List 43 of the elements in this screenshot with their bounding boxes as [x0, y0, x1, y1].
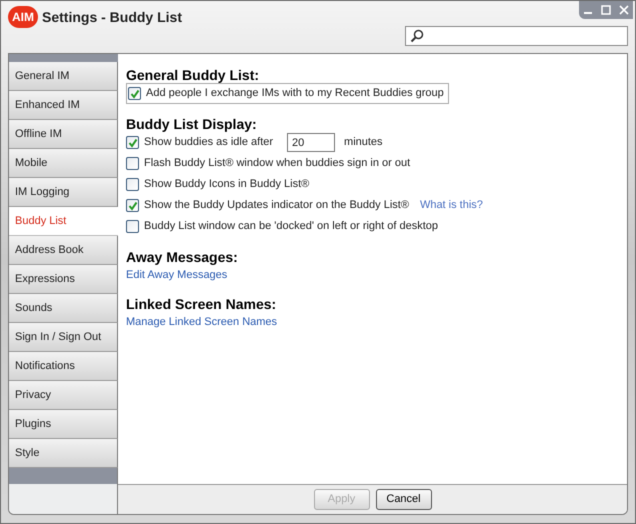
sidebar-tab[interactable]: Privacy [9, 381, 118, 410]
checkbox[interactable] [126, 157, 139, 170]
settings-link[interactable]: Edit Away Messages [126, 267, 228, 284]
checkbox[interactable] [126, 178, 139, 191]
checkbox-label[interactable]: Buddy List window can be 'docked' on left or right of desktop [144, 218, 438, 235]
close-icon [619, 5, 629, 15]
sidebar-tab[interactable]: Offline IM [9, 120, 118, 149]
minimize-icon [584, 12, 592, 14]
sidebar-tab[interactable]: Plugins [9, 410, 118, 439]
section-heading: Buddy List Display: [126, 116, 258, 132]
checkbox-label[interactable]: Flash Buddy List® window when buddies sign in or out [144, 155, 410, 172]
checkbox-label[interactable]: Show the Buddy Updates indicator on the Buddy List® [144, 197, 409, 214]
search-field[interactable] [405, 26, 628, 46]
section-heading: Linked Screen Names: [126, 296, 278, 312]
sidebar-tab[interactable]: General IM [9, 62, 118, 91]
checkbox[interactable] [126, 220, 139, 233]
search-icon [410, 29, 424, 43]
checkbox-label[interactable]: Show buddies as idle after [144, 134, 274, 151]
section-heading: Away Messages: [126, 249, 239, 265]
checkbox-label[interactable]: Add people I exchange IMs with to my Recent Buddies group [146, 85, 444, 102]
sidebar-tab[interactable]: Sounds [9, 294, 118, 323]
sidebar-tab[interactable]: Address Book [9, 236, 118, 265]
checkbox[interactable] [126, 136, 139, 149]
sidebar-tab[interactable]: Mobile [9, 149, 118, 178]
sidebar-tab[interactable]: Notifications [9, 352, 118, 381]
sidebar-tab[interactable]: Enhanced IM [9, 91, 118, 120]
dialog-button[interactable]: Cancel [376, 489, 432, 510]
checkbox[interactable] [126, 199, 139, 212]
input-field[interactable]: 20 [287, 133, 336, 152]
checkbox-label[interactable]: Show Buddy Icons in Buddy List® [144, 176, 310, 193]
sidebar-tab[interactable]: Buddy List [9, 207, 118, 236]
sidebar-tab[interactable]: Style [9, 439, 118, 468]
window-title: Settings - Buddy List [42, 8, 182, 27]
sidebar-tab[interactable]: Sign In / Sign Out [9, 323, 118, 352]
checkbox[interactable] [128, 87, 141, 100]
sidebar-tab[interactable]: IM Logging [9, 178, 118, 207]
help-link[interactable]: What is this? [420, 197, 483, 214]
maximize-icon [601, 5, 611, 15]
aim-logo: AIM [8, 6, 38, 28]
section-heading: General Buddy List: [126, 67, 260, 83]
unit-label: minutes [344, 135, 383, 150]
settings-link[interactable]: Manage Linked Screen Names [126, 314, 278, 330]
sidebar-tab[interactable]: Expressions [9, 265, 118, 294]
